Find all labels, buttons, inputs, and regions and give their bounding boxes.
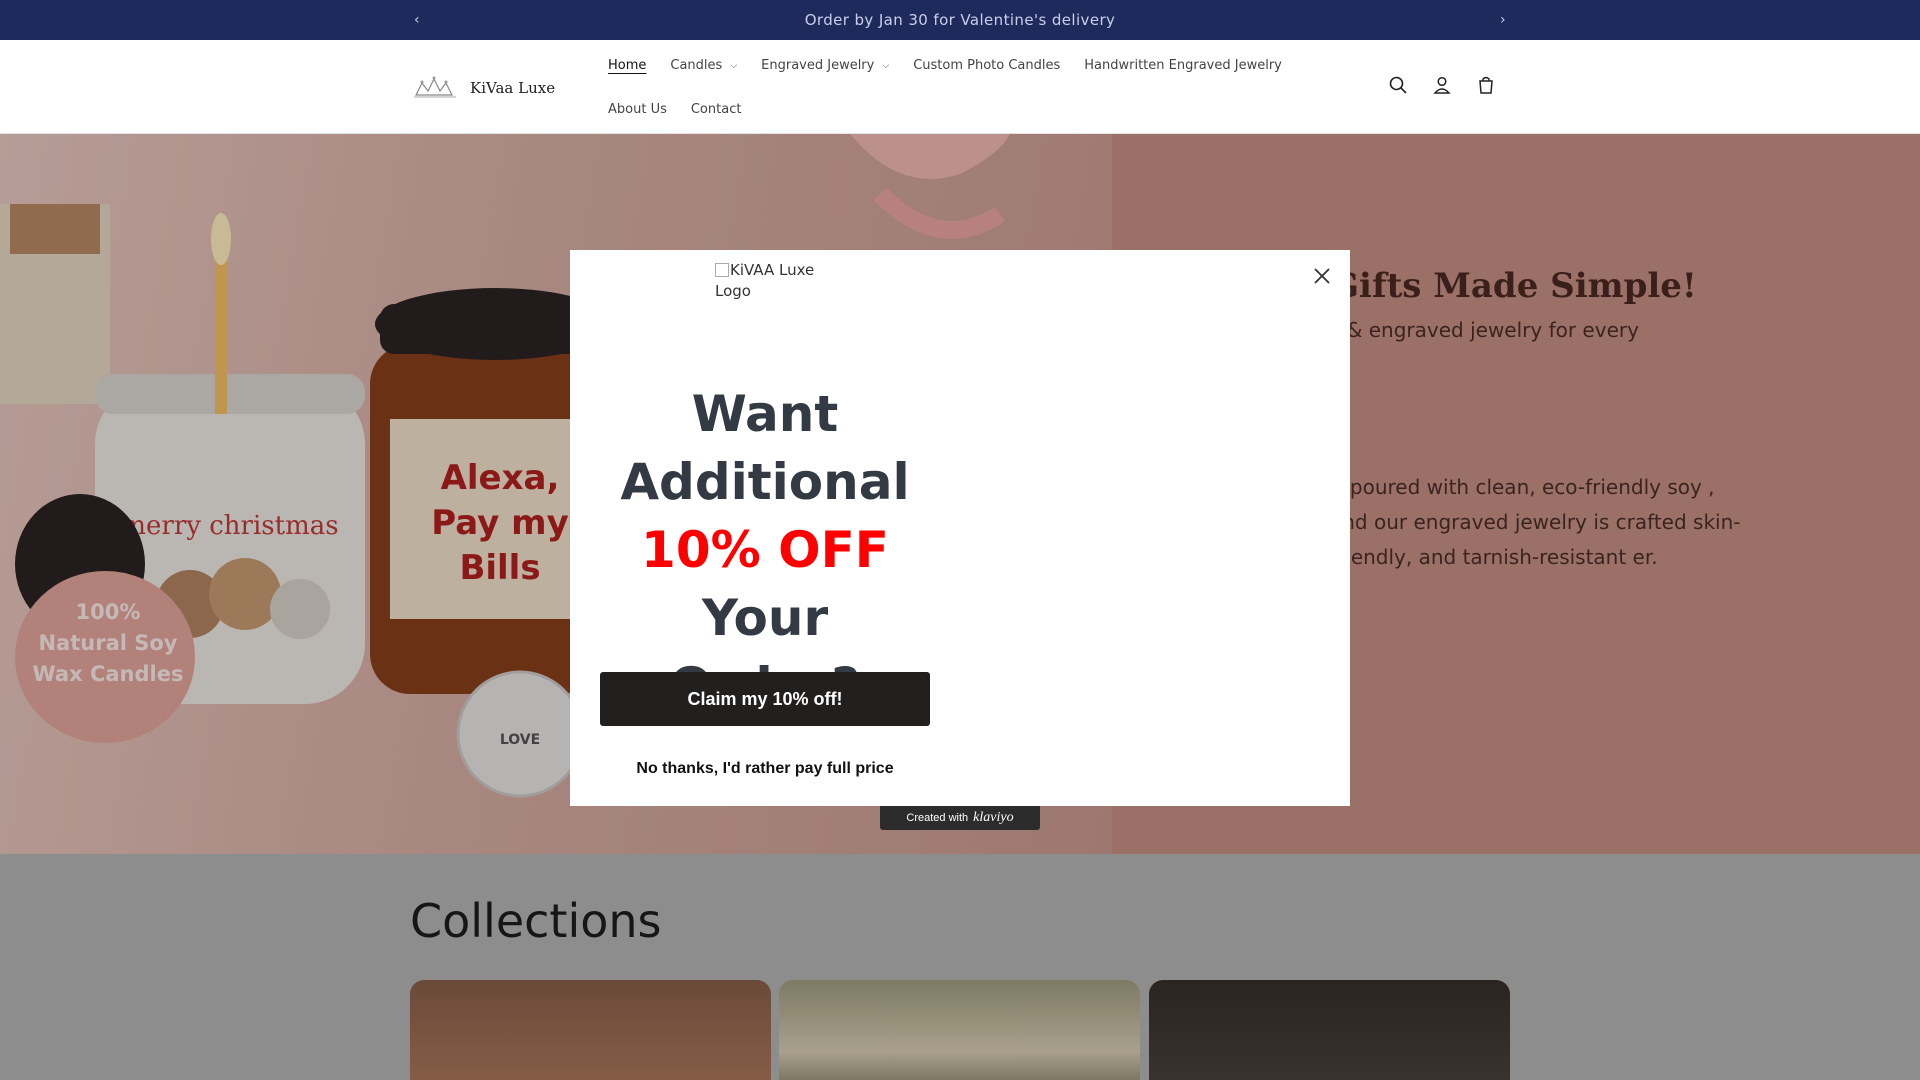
nav-handwritten-engraved-jewelry[interactable]: Handwritten Engraved Jewelry bbox=[1084, 58, 1282, 73]
claim-discount-button[interactable]: Claim my 10% off! bbox=[600, 672, 930, 726]
chevron-down-icon: ⌵ bbox=[730, 60, 738, 71]
decline-link[interactable]: No thanks, I'd rather pay full price bbox=[600, 760, 930, 778]
logo-name: KiVaa Luxe bbox=[470, 79, 556, 97]
collection-card[interactable] bbox=[410, 980, 771, 1080]
account-icon[interactable] bbox=[1430, 73, 1454, 97]
nav-home[interactable]: Home bbox=[608, 58, 646, 73]
logo-crown-icon bbox=[412, 75, 464, 101]
cart-icon[interactable] bbox=[1474, 73, 1498, 97]
collections-title: Collections bbox=[410, 894, 662, 948]
hero-title: Gifts Made Simple! bbox=[1330, 266, 1697, 306]
collection-card[interactable] bbox=[779, 980, 1140, 1080]
hero-body: d-poured with clean, eco-friendly soy , … bbox=[1330, 475, 1741, 569]
discount-popup: KiVAA Luxe Logo Want Additional 10% OFF … bbox=[570, 250, 1350, 806]
chevron-down-icon: ⌵ bbox=[882, 60, 890, 71]
site-header: KiVaa Luxe Home Candles ⌵ Engraved Jewelr… bbox=[0, 40, 1920, 134]
search-icon[interactable] bbox=[1386, 73, 1410, 97]
popup-logo: KiVAA Luxe Logo bbox=[715, 261, 815, 300]
klaviyo-logo: klaviyo bbox=[973, 810, 1014, 825]
chevron-left-icon[interactable]: ‹ bbox=[402, 0, 432, 40]
klaviyo-badge[interactable]: Created with klaviyo bbox=[880, 806, 1040, 830]
nav-custom-photo-candles[interactable]: Custom Photo Candles bbox=[913, 58, 1060, 73]
nav-engraved-jewelry[interactable]: Engraved Jewelry ⌵ bbox=[761, 58, 889, 73]
broken-image-icon bbox=[715, 263, 729, 277]
hero-subtitle: s & engraved jewelry for every bbox=[1330, 318, 1639, 342]
collection-card[interactable] bbox=[1149, 980, 1510, 1080]
announcement-bar: ‹ Order by Jan 30 for Valentine's delive… bbox=[0, 0, 1920, 40]
popup-headline: Want Additional 10% OFF Your Order? bbox=[600, 380, 930, 720]
nav-candles[interactable]: Candles ⌵ bbox=[670, 58, 737, 73]
site-logo[interactable]: KiVaa Luxe bbox=[412, 70, 558, 106]
announcement-text: Order by Jan 30 for Valentine's delivery bbox=[804, 11, 1116, 29]
collections-section: Collections bbox=[0, 854, 1920, 1080]
discount-highlight: 10% OFF bbox=[641, 521, 889, 579]
nav-contact[interactable]: Contact bbox=[691, 102, 742, 117]
close-icon[interactable] bbox=[1310, 264, 1334, 288]
chevron-right-icon[interactable]: › bbox=[1488, 0, 1518, 40]
nav-about-us[interactable]: About Us bbox=[608, 102, 667, 117]
